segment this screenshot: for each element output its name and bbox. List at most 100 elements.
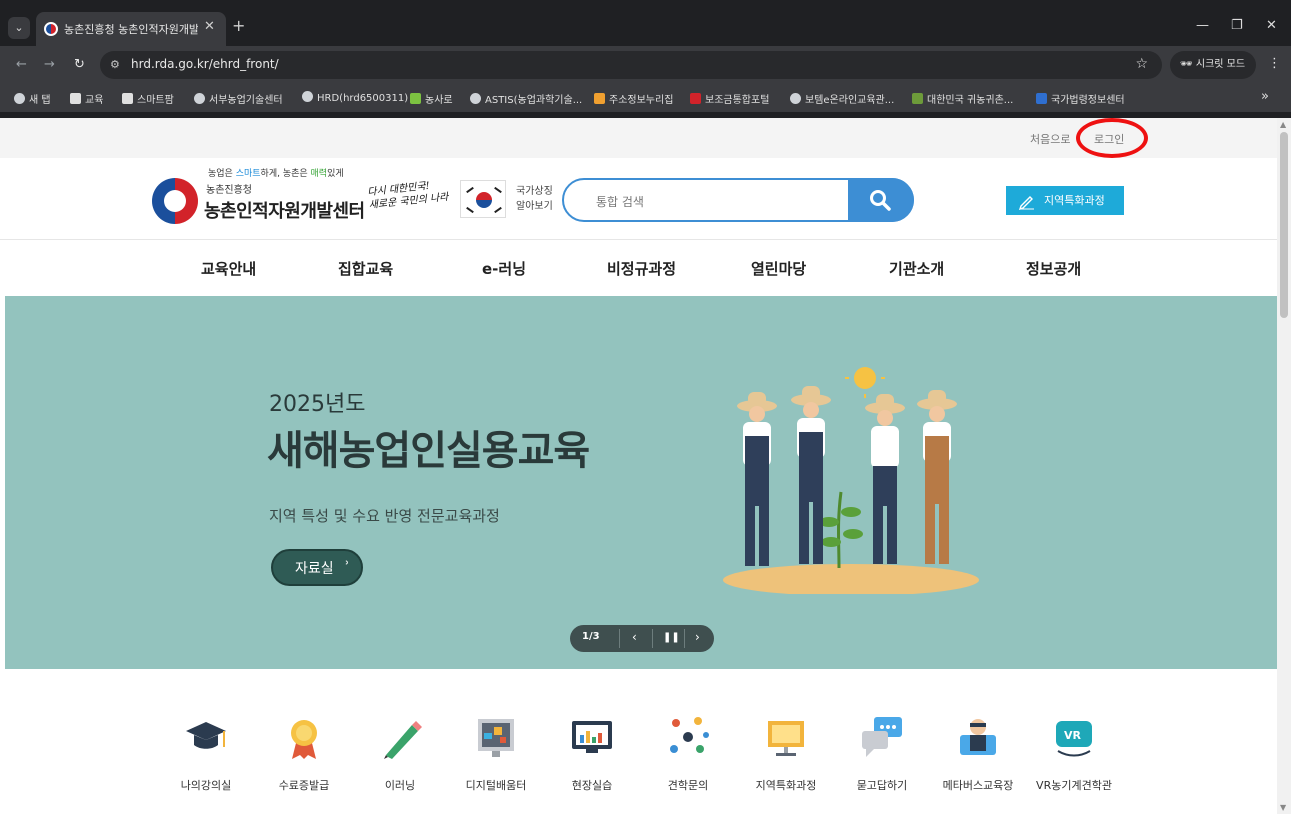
bookmark-item[interactable]: 보조금통합포털 xyxy=(690,91,769,106)
banner-subtitle: 지역 특성 및 수요 반영 전문교육과정 xyxy=(269,507,500,525)
monitor-icon xyxy=(768,721,804,756)
quick-menu-label: 메타버스교육장 xyxy=(942,779,1014,792)
bookmark-label: 서부농업기술센터 xyxy=(209,95,283,106)
search-icon xyxy=(870,190,891,211)
quick-menu-item[interactable]: 이러닝 xyxy=(352,713,448,793)
back-icon[interactable]: ← xyxy=(16,57,27,72)
rda-logo-icon[interactable] xyxy=(152,178,198,224)
avatar-icon xyxy=(960,719,996,755)
minimize-icon[interactable]: — xyxy=(1196,18,1209,33)
search-input[interactable]: 통합 검색 xyxy=(562,178,914,222)
medal-icon xyxy=(291,720,317,759)
nav-item[interactable]: e-러닝 xyxy=(482,258,526,279)
bookmark-label: 국가법령정보센터 xyxy=(1051,95,1125,106)
search-button[interactable] xyxy=(848,178,914,222)
folder-icon xyxy=(70,93,81,104)
restore-icon[interactable]: ❐ xyxy=(1231,18,1243,33)
quick-menu-item[interactable]: 묻고답하기 xyxy=(834,713,930,793)
bookmark-star-icon[interactable]: ☆ xyxy=(1135,56,1148,72)
utility-bar: 처음으로 로그인 xyxy=(0,118,1277,158)
svg-text:VR: VR xyxy=(1064,729,1082,742)
bookmark-label: 농사로 xyxy=(425,95,453,106)
divider xyxy=(684,629,685,648)
scroll-thumb[interactable] xyxy=(1280,132,1288,318)
quick-menu-label: 디지털배움터 xyxy=(465,779,527,792)
arrow-icon: ʾ xyxy=(345,558,350,576)
browser-menu-icon[interactable]: ⋮ xyxy=(1268,56,1281,71)
tab-search-button[interactable]: ⌄ xyxy=(8,17,30,39)
main-banner: 2025년도 새해농업인실용교육 지역 특성 및 수요 반영 전문교육과정 자료… xyxy=(5,296,1277,669)
nav-item[interactable]: 정보공개 xyxy=(1026,258,1081,279)
banner-archive-button[interactable]: 자료실 ʾ xyxy=(271,549,363,586)
quick-menu-item[interactable]: 디지털배움터 xyxy=(448,713,544,793)
logo-org: 농촌진흥청 xyxy=(206,185,252,196)
quick-menu-label: VR농기계견학관 xyxy=(1036,779,1112,792)
page-scrollbar[interactable]: ▲ ▼ xyxy=(1277,118,1291,814)
quick-menu-item[interactable]: 수료증발급 xyxy=(256,713,352,793)
home-link[interactable]: 처음으로 xyxy=(1030,131,1070,147)
quick-menu-item[interactable]: 견학문의 xyxy=(640,713,736,793)
globe-icon xyxy=(14,93,25,104)
national-symbol-link[interactable]: 국가상징 알아보기 xyxy=(516,184,553,214)
bookmarks-overflow-icon[interactable]: » xyxy=(1261,89,1269,104)
bookmark-item[interactable]: 교육 xyxy=(70,91,103,106)
globe-icon xyxy=(470,93,481,104)
pause-icon[interactable]: ❚❚ xyxy=(663,632,680,643)
site-info-icon[interactable]: ⚙ xyxy=(110,58,120,71)
highlight-circle xyxy=(1076,118,1148,158)
reload-icon[interactable]: ↻ xyxy=(74,57,85,72)
incognito-icon: 🕶 xyxy=(1180,59,1193,70)
symbol-line: 알아보기 xyxy=(516,201,553,212)
forward-icon[interactable]: → xyxy=(44,57,55,72)
main-navigation: 교육안내 집합교육 e-러닝 비정규과정 열린마당 기관소개 정보공개 xyxy=(0,241,1277,296)
bookmark-item[interactable]: 보템e온라인교육관... xyxy=(790,91,894,106)
nav-item[interactable]: 교육안내 xyxy=(201,258,256,279)
bookmark-item[interactable]: 스마트팜 xyxy=(122,91,174,106)
address-bar[interactable]: ⚙ hrd.rda.go.kr/ehrd_front/ ☆ xyxy=(100,51,1162,79)
scroll-up-icon[interactable]: ▲ xyxy=(1280,120,1286,129)
prev-slide-icon[interactable]: ‹ xyxy=(632,630,637,644)
quick-menu-item[interactable]: VR VR농기계견학관 xyxy=(1026,713,1122,793)
quick-menu-label: 수료증발급 xyxy=(278,779,330,792)
quick-menu-item[interactable]: 메타버스교육장 xyxy=(930,713,1026,793)
quick-menu-item[interactable]: 나의강의실 xyxy=(158,713,254,793)
bookmark-label: 스마트팜 xyxy=(137,95,174,106)
tab-bar: ⌄ 농촌진흥청 농촌인적자원개발센터 ✕ + — ❐ ✕ xyxy=(0,8,1291,46)
quick-menu-label: 묻고답하기 xyxy=(856,779,908,792)
quick-menu-item[interactable]: 현장실습 xyxy=(544,713,640,793)
bookmark-item[interactable]: 대한민국 귀농귀촌... xyxy=(912,91,1013,106)
bookmark-item[interactable]: 서부농업기술센터 xyxy=(194,91,283,106)
search-placeholder: 통합 검색 xyxy=(596,195,644,209)
region-course-button[interactable]: 지역특화과정 xyxy=(1006,186,1124,215)
tab-title: 농촌진흥청 농촌인적자원개발센터 xyxy=(64,23,198,36)
nav-item[interactable]: 비정규과정 xyxy=(607,258,676,279)
bookmark-label: 대한민국 귀농귀촌... xyxy=(927,95,1014,106)
bookmark-item[interactable]: HRD(hrd6500311) xyxy=(302,91,408,104)
bookmark-item[interactable]: 새 탭 xyxy=(14,91,51,106)
chart-screen-icon xyxy=(572,721,612,753)
bookmark-item[interactable]: 국가법령정보센터 xyxy=(1036,91,1125,106)
tab-close-icon[interactable]: ✕ xyxy=(204,19,215,34)
logo-slogan: 농업은 스마트하게, 농촌은 매력있게 xyxy=(208,166,344,179)
tree-icon xyxy=(912,93,923,104)
active-tab[interactable]: 농촌진흥청 농촌인적자원개발센터 ✕ xyxy=(36,12,226,46)
scroll-down-icon[interactable]: ▼ xyxy=(1280,803,1286,812)
incognito-badge[interactable]: 🕶 시크릿 모드 xyxy=(1170,51,1256,79)
bookmark-item[interactable]: ASTIS(농업과학기술... xyxy=(470,91,582,106)
nav-item[interactable]: 기관소개 xyxy=(889,258,944,279)
nav-item[interactable]: 열린마당 xyxy=(751,258,806,279)
bookmark-item[interactable]: 농사로 xyxy=(410,91,453,106)
incognito-label: 시크릿 모드 xyxy=(1195,59,1246,70)
nav-item[interactable]: 집합교육 xyxy=(338,258,393,279)
quick-menu-item[interactable]: 지역특화과정 xyxy=(738,713,834,793)
next-slide-icon[interactable]: › xyxy=(695,630,700,644)
bookmarks-bar: » 새 탭 교육 스마트팜 서부농업기술센터 HRD(hrd6500311) 농사로 AST… xyxy=(0,84,1291,112)
bookmark-item[interactable]: 주소정보누리집 xyxy=(594,91,673,106)
window-close-icon[interactable]: ✕ xyxy=(1266,18,1277,33)
slogan-smart: 스마트 xyxy=(235,169,261,179)
new-tab-icon[interactable]: + xyxy=(232,16,245,35)
logo-center-name[interactable]: 농촌인적자원개발센터 xyxy=(204,197,365,223)
slide-counter: 1/3 xyxy=(582,631,600,642)
national-flag-icon[interactable] xyxy=(460,180,506,218)
url-text: hrd.rda.go.kr/ehrd_front/ xyxy=(131,57,279,71)
